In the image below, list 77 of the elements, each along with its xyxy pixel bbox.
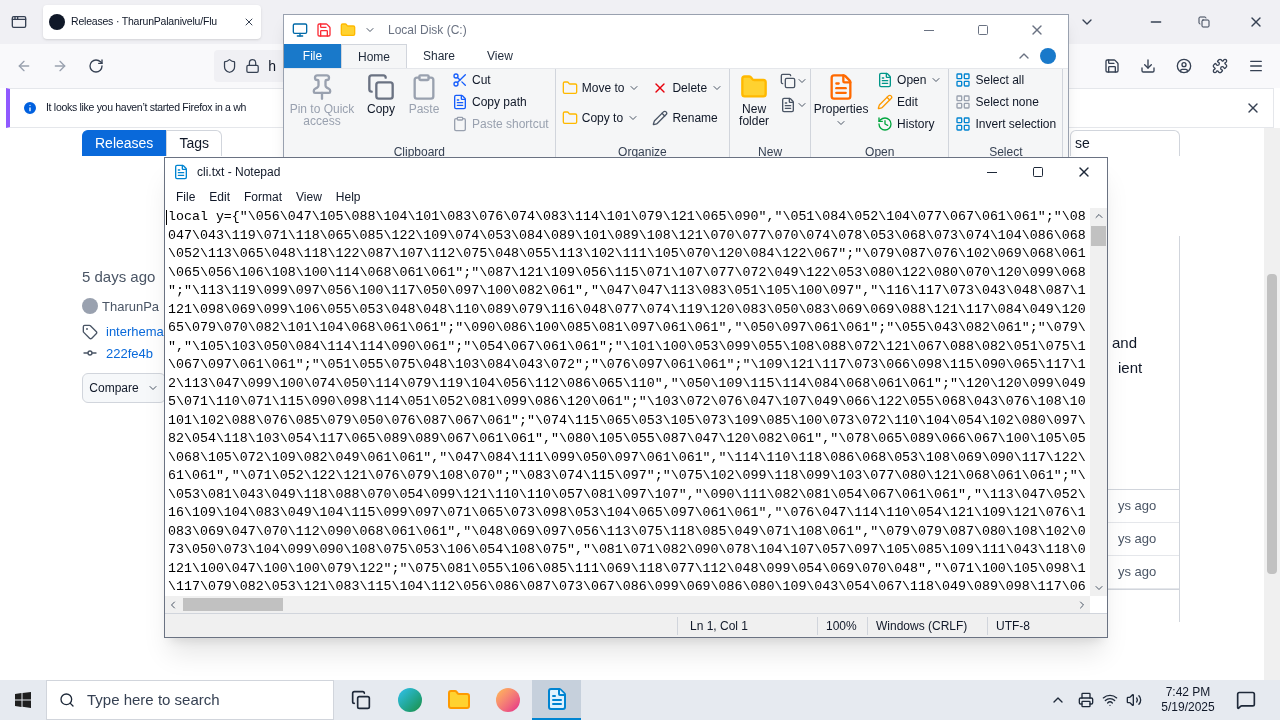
text-line: 16\109\104\083\049\104\115\099\097\071\065\073\098\053\104\065\097\061\061","\076\047\114\110\054\121\109\121\076\1 xyxy=(168,504,1086,522)
menu-item[interactable]: Edit xyxy=(202,188,238,206)
browser-tab[interactable]: Releases · TharunPalanivelu/Flu xyxy=(43,5,261,39)
text-line: 61\061","\071\052\122\121\076\079\108\070";"\083\074\115\097";"\075\102\099\118\099\103\077\080\121\068\061\061";"\ xyxy=(168,467,1086,485)
clock-date: 5/19/2025 xyxy=(1161,700,1215,715)
group-label: New xyxy=(757,144,784,161)
ribbon-tab[interactable]: Share xyxy=(407,44,472,68)
ribbon-button[interactable]: Properties xyxy=(813,69,870,129)
ribbon-button[interactable]: Copy path xyxy=(448,91,553,113)
text-line: 047\043\119\071\118\065\085\122\109\074\053\084\089\101\089\108\121\070\077\070\074\078\053\068\073\074\104\086\068 xyxy=(168,226,1086,245)
text-line: 121\098\069\099\106\055\053\048\048\110\089\079\116\048\077\074\119\120\083\050\083\069\069\088\121\117\084\049\120 xyxy=(168,300,1086,319)
nav-tab[interactable]: Tags xyxy=(166,130,222,156)
group-label: Organize xyxy=(617,144,668,161)
ribbon-button[interactable]: History xyxy=(873,113,947,135)
ribbon-button[interactable]: New folder xyxy=(732,69,777,127)
text-line: 82\054\118\103\054\117\065\089\089\067\061\061","\080\105\055\087\047\120\082\061","\078\065\089\066\067\100\105\05 xyxy=(168,430,1086,448)
ribbon-button[interactable]: Select all xyxy=(951,69,1061,91)
compare-button[interactable]: Compare xyxy=(82,373,166,403)
release-text: ient xyxy=(1118,357,1144,378)
status-encoding: UTF-8 xyxy=(987,616,1067,635)
ribbon-button[interactable]: Invert selection xyxy=(951,113,1061,135)
menu-item[interactable]: Help xyxy=(328,188,368,206)
ribbon-button[interactable]: Rename xyxy=(648,107,728,129)
text-line: 65\079\070\082\101\104\068\061\061";"\090\086\100\085\081\097\061\061","\050\097\061\061";"\055\043\082\061";"\079\ xyxy=(168,319,1086,337)
status-line-ending: Windows (CRLF) xyxy=(867,616,987,635)
ribbon-button[interactable]: Copy to xyxy=(557,107,645,129)
text-line: \065\056\106\108\100\114\068\061\061";"\087\121\109\056\115\071\107\077\072\049\122\053\080\122\080\070\120\099\068 xyxy=(168,263,1086,282)
asset-time: ys ago xyxy=(1118,530,1157,549)
notification-text: It looks like you haven’t started Firefox in a wh xyxy=(46,100,247,116)
tag-name: interhema xyxy=(106,323,164,341)
tab-title: Releases · TharunPalanivelu/Flu xyxy=(71,14,218,30)
search-field[interactable]: Type here to search xyxy=(46,680,334,720)
menu-item[interactable]: File xyxy=(169,188,203,206)
ribbon-button[interactable]: Edit xyxy=(873,91,947,113)
text-line: \053\081\043\049\118\088\070\054\099\121\110\110\057\081\097\107","\090\111\082\081\054\067\061\061","\113\047\052\ xyxy=(168,485,1086,504)
file-tab[interactable]: File xyxy=(284,44,341,68)
text-line: ";"\113\119\099\097\056\100\117\050\097\100\082\061","\047\047\113\083\051\105\100\097","\116\117\073\043\048\087\1 xyxy=(168,282,1086,300)
menu-item[interactable]: Format xyxy=(237,188,290,206)
group-label: Open xyxy=(864,144,896,161)
group-label: Select xyxy=(988,144,1024,161)
header-button[interactable]: se xyxy=(1070,130,1180,156)
group-label: Clipboard xyxy=(392,144,447,161)
search-placeholder: Type here to search xyxy=(87,689,220,710)
ribbon-tab[interactable]: View xyxy=(471,44,529,68)
text-line: 5\071\110\071\115\090\098\114\051\052\081\099\086\120\061";"\103\072\076\047\107\049\066\122\055\068\043\076\108\10 xyxy=(168,393,1086,411)
ribbon-button[interactable]: Select none xyxy=(951,91,1061,113)
clock-time: 7:42 PM xyxy=(1165,685,1211,700)
ribbon-button[interactable]: Copy xyxy=(362,69,400,115)
release-text: and xyxy=(1112,333,1139,353)
text-line: local y={"\056\047\105\088\104\101\083\076\074\083\114\101\079\121\065\090","\051\084\052\104\077\067\061\061";"\08 xyxy=(168,208,1086,226)
nav-tab[interactable]: Releases xyxy=(82,130,167,156)
text-line: \117\079\082\053\121\083\115\104\112\056\086\087\073\067\086\099\069\086\080\109\043\054\067\118\049\089\098\117\06 xyxy=(168,578,1086,596)
status-zoom: 100% xyxy=(817,616,867,635)
ribbon-button[interactable]: Cut xyxy=(448,69,553,91)
text-line: 121\100\047\100\100\079\122";"\075\081\055\106\085\111\069\118\077\112\048\099\054\069\070\048","\071\100\105\098\1 xyxy=(168,559,1086,578)
author-name: TharunPa xyxy=(102,297,160,316)
text-line: 083\069\047\070\112\090\068\061\061","\048\069\097\056\113\075\118\085\049\071\108\061","\079\079\087\080\108\102\0 xyxy=(168,522,1086,541)
text-line: \052\113\065\048\118\122\087\107\112\075\048\055\113\102\111\105\070\120\084\122\067";"\079\087\076\102\069\068\061 xyxy=(168,245,1086,263)
text-line: \067\097\061\061";"\051\055\075\048\103\084\043\072";"\076\097\061\061";"\109\121\117\073\066\098\115\090\065\117\1 xyxy=(168,356,1086,374)
text-line: 73\050\073\104\099\090\108\075\053\106\054\108\075","\081\071\082\090\078\104\107\057\097\105\085\109\111\043\118\0 xyxy=(168,541,1086,559)
text-line: 101\102\088\076\085\079\050\076\087\067\061";"\074\115\065\053\105\073\109\085\100\073\072\110\104\054\102\080\097\ xyxy=(168,411,1086,430)
ribbon-button[interactable]: Move to xyxy=(557,77,645,99)
menu-item[interactable]: View xyxy=(289,188,329,206)
ribbon-button[interactable]: Open xyxy=(873,69,947,91)
text-line: 2\113\047\099\100\074\050\114\079\119\104\056\112\086\065\110","\050\109\115\114\084\068\061\061";"\120\120\099\049 xyxy=(168,374,1086,393)
asset-time: ys ago xyxy=(1118,497,1157,516)
text-line: \068\105\072\109\082\049\061\061","\047\084\111\099\050\097\061\061","\114\110\118\086\068\053\108\069\090\117\122\ xyxy=(168,448,1086,467)
status-position: Ln 1, Col 1 xyxy=(677,616,817,635)
text-line: ","\105\103\050\084\114\114\090\061";"\054\067\061\061";"\101\100\053\099\055\108\088\072\121\067\088\082\051\075\1 xyxy=(168,337,1086,356)
window-title: Local Disk (C:) xyxy=(388,22,467,39)
address-text: h xyxy=(268,56,276,76)
window-title: cli.txt - Notepad xyxy=(197,164,281,181)
ribbon-tab[interactable]: Home xyxy=(341,44,407,68)
address-bar[interactable]: h xyxy=(214,50,284,82)
ribbon-button[interactable]: Delete xyxy=(648,77,728,99)
asset-time: ys ago xyxy=(1118,563,1157,582)
commit-hash: 222fe4b xyxy=(106,344,153,363)
